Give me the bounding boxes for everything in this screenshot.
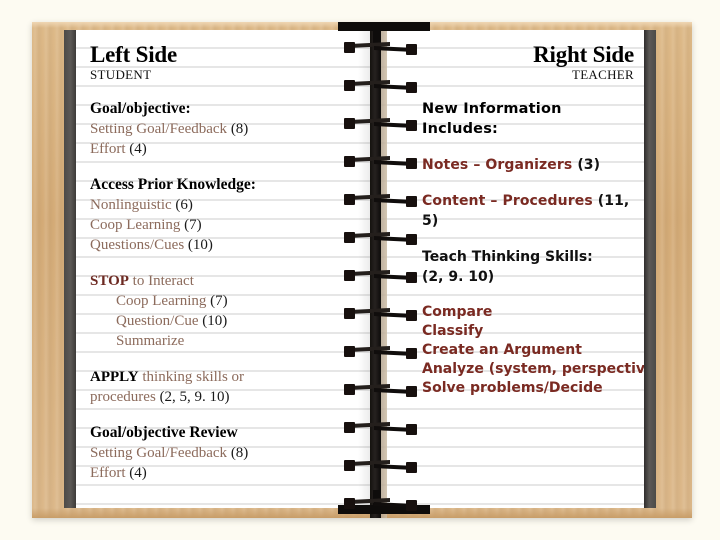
entry-notes-organizers: Notes – Organizers (3) (422, 155, 634, 175)
right-notebook-page: Right Side TEACHER New Information Inclu… (374, 30, 644, 508)
section-stop-to-interact: STOP to Interact Coop Learning (7) Quest… (90, 271, 360, 351)
list-item: Create an Argument (422, 342, 582, 358)
new-information-line-2: Includes: (422, 121, 499, 137)
section-title: APPLY thinking skills or (90, 367, 360, 387)
list-item: Question/Cue (10) (90, 311, 360, 331)
section-access-prior-knowledge: Access Prior Knowledge: Nonlinguistic (6… (90, 175, 360, 255)
section-title: Access Prior Knowledge: (90, 176, 256, 193)
list-item: Nonlinguistic (6) (90, 195, 360, 215)
item-text: Effort (90, 465, 130, 481)
section-teach-thinking-skills: Teach Thinking Skills: (2, 9. 10) (422, 247, 634, 287)
list-item: procedures (2, 5, 9. 10) (90, 387, 360, 407)
section-goal-objective: Goal/objective: Setting Goal/Feedback (8… (90, 99, 360, 159)
list-item: Coop Learning (7) (90, 215, 360, 235)
item-ref: (4) (129, 465, 147, 481)
item-ref: (6) (175, 197, 193, 213)
item-ref: (2, 5, 9. 10) (159, 389, 230, 405)
item-text: Questions/Cues (90, 237, 188, 253)
right-page-subtitle: TEACHER (571, 67, 634, 82)
item-text: Setting Goal/Feedback (90, 445, 231, 461)
item-text: Summarize (116, 333, 185, 349)
list-item: Compare (422, 304, 493, 320)
item-ref: (8) (230, 445, 249, 461)
new-information-line-1: New Information (422, 101, 562, 117)
section-apply: APPLY thinking skills or procedures (2, … (90, 367, 360, 407)
notebook-illustration: Left Side STUDENT Goal/objective: Settin… (0, 0, 720, 540)
entry-text: Content – Procedures (422, 193, 598, 209)
thinking-skills-refs: (2, 9. 10) (422, 269, 495, 285)
keyword-stop: STOP (90, 273, 129, 289)
list-item: Setting Goal/Feedback (8) (90, 443, 360, 463)
list-item: Classify (422, 323, 484, 339)
item-ref: (7) (184, 217, 202, 233)
item-text: Question/Cue (116, 313, 203, 329)
cover-bottom-highlight (32, 508, 692, 518)
thinking-skills-list: Compare Classify Create an Argument Anal… (422, 303, 644, 398)
item-text: procedures (90, 389, 160, 405)
list-item: Coop Learning (7) (90, 291, 360, 311)
section-lead: thinking skills or (138, 369, 245, 385)
item-ref: (4) (129, 141, 147, 157)
list-item: Effort (4) (90, 139, 360, 159)
thinking-skills-title: Teach Thinking Skills: (422, 249, 593, 265)
cover-top-highlight (32, 22, 692, 28)
list-item: Analyze (system, perspective) (422, 361, 644, 377)
item-text: Effort (90, 141, 130, 157)
item-text: Coop Learning (90, 217, 185, 233)
left-page-subtitle: STUDENT (90, 67, 152, 82)
item-ref: (8) (230, 121, 249, 137)
item-text: Nonlinguistic (90, 197, 176, 213)
item-ref: (10) (202, 313, 228, 329)
right-page-title: Right Side (533, 42, 634, 67)
list-item: Solve problems/Decide (422, 380, 603, 396)
page-edge-shadow-right (644, 30, 656, 508)
item-ref: (7) (210, 293, 228, 309)
entry-text: Notes – Organizers (422, 157, 578, 173)
section-title: Goal/objective: (90, 100, 191, 117)
item-text: Setting Goal/Feedback (90, 121, 231, 137)
section-new-information: New Information Includes: (422, 99, 634, 139)
list-item: Questions/Cues (10) (90, 235, 360, 255)
section-goal-objective-review: Goal/objective Review Setting Goal/Feedb… (90, 423, 360, 483)
list-item: Summarize (90, 331, 360, 351)
left-page-title: Left Side (90, 42, 177, 67)
section-title: Goal/objective Review (90, 424, 238, 441)
section-title: STOP to Interact (90, 271, 360, 291)
keyword-apply: APPLY (90, 369, 139, 385)
item-text: Coop Learning (116, 293, 211, 309)
section-lead: to Interact (128, 273, 194, 289)
list-item: Effort (4) (90, 463, 360, 483)
left-notebook-page: Left Side STUDENT Goal/objective: Settin… (76, 30, 374, 508)
entry-content-procedures: Content – Procedures (11, 5) (422, 191, 634, 231)
list-item: Setting Goal/Feedback (8) (90, 119, 360, 139)
page-edge-shadow-left (64, 30, 76, 508)
entry-ref: (3) (577, 157, 601, 173)
item-ref: (10) (187, 237, 213, 253)
